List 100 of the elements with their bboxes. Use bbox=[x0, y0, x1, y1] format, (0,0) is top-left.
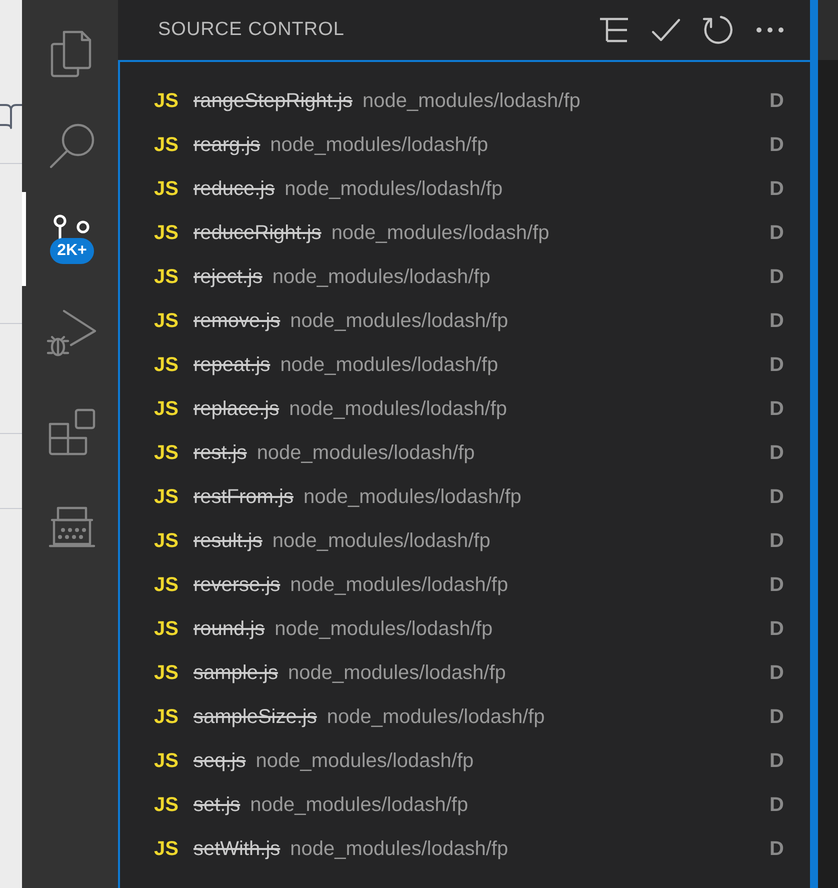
file-name: reduce.js bbox=[193, 177, 275, 202]
status-letter: D bbox=[770, 89, 784, 114]
file-path: node_modules/lodash/fp bbox=[290, 573, 508, 598]
file-name: restFrom.js bbox=[193, 485, 294, 510]
changed-file-row[interactable]: JS seq.js node_modules/lodash/fp D bbox=[120, 739, 810, 783]
typewriter-icon bbox=[48, 506, 96, 550]
file-type-label: JS bbox=[154, 529, 178, 554]
file-name: setWith.js bbox=[193, 837, 280, 862]
file-path: node_modules/lodash/fp bbox=[284, 177, 503, 202]
file-type-label: JS bbox=[154, 265, 178, 290]
changed-file-row[interactable]: JS setWith.js node_modules/lodash/fp D bbox=[120, 827, 810, 871]
tree-view-icon[interactable] bbox=[598, 15, 630, 45]
file-name: round.js bbox=[193, 617, 265, 642]
changed-file-row[interactable]: JS reverse.js node_modules/lodash/fp D bbox=[120, 563, 810, 607]
status-letter: D bbox=[770, 837, 784, 862]
file-name: result.js bbox=[193, 529, 262, 554]
file-type-label: JS bbox=[154, 177, 178, 202]
changed-file-row[interactable]: JS result.js node_modules/lodash/fp D bbox=[120, 519, 810, 563]
changed-file-row[interactable]: JS reduce.js node_modules/lodash/fp D bbox=[120, 167, 810, 211]
file-path: node_modules/lodash/fp bbox=[272, 265, 490, 290]
file-type-label: JS bbox=[154, 89, 178, 114]
file-type-label: JS bbox=[154, 221, 178, 246]
search-icon bbox=[48, 122, 96, 170]
file-type-label: JS bbox=[154, 441, 178, 466]
changed-file-row[interactable]: JS sampleSize.js node_modules/lodash/fp D bbox=[120, 695, 810, 739]
file-type-label: JS bbox=[154, 661, 178, 686]
status-letter: D bbox=[770, 221, 784, 246]
file-type-label: JS bbox=[154, 705, 178, 730]
file-type-label: JS bbox=[154, 485, 178, 510]
file-path: node_modules/lodash/fp bbox=[290, 837, 508, 862]
status-letter: D bbox=[770, 793, 784, 818]
changed-file-row[interactable]: JS reject.js node_modules/lodash/fp D bbox=[120, 255, 810, 299]
extensions-icon bbox=[48, 408, 96, 456]
changed-file-row[interactable]: JS rangeStepRight.js node_modules/lodash/fp D bbox=[120, 79, 810, 123]
more-icon[interactable] bbox=[754, 26, 786, 34]
status-letter: D bbox=[770, 265, 784, 290]
changed-file-row[interactable]: JS round.js node_modules/lodash/fp D bbox=[120, 607, 810, 651]
changed-file-row[interactable]: JS restFrom.js node_modules/lodash/fp D bbox=[120, 475, 810, 519]
file-type-label: JS bbox=[154, 617, 178, 642]
file-type-label: JS bbox=[154, 353, 178, 378]
file-type-label: JS bbox=[154, 397, 178, 422]
changed-file-row[interactable]: JS remove.js node_modules/lodash/fp D bbox=[120, 299, 810, 343]
file-name: seq.js bbox=[193, 749, 246, 774]
changed-file-row[interactable]: JS set.js node_modules/lodash/fp D bbox=[120, 783, 810, 827]
file-type-label: JS bbox=[154, 133, 178, 158]
editor-tab-bar bbox=[818, 0, 838, 60]
status-letter: D bbox=[770, 485, 784, 510]
file-name: reject.js bbox=[193, 265, 262, 290]
file-path: node_modules/lodash/fp bbox=[272, 529, 490, 554]
file-path: node_modules/lodash/fp bbox=[274, 617, 493, 642]
file-path: node_modules/lodash/fp bbox=[256, 749, 474, 774]
file-name: repeat.js bbox=[193, 353, 270, 378]
file-path: node_modules/lodash/fp bbox=[362, 89, 580, 114]
status-letter: D bbox=[770, 573, 784, 598]
file-type-label: JS bbox=[154, 793, 178, 818]
file-name: rearg.js bbox=[193, 133, 260, 158]
file-name: sampleSize.js bbox=[193, 705, 317, 730]
file-name: rest.js bbox=[193, 441, 247, 466]
file-type-label: JS bbox=[154, 837, 178, 862]
changed-file-row[interactable]: JS repeat.js node_modules/lodash/fp D bbox=[120, 343, 810, 387]
status-letter: D bbox=[770, 705, 784, 730]
file-name: sample.js bbox=[193, 661, 278, 686]
changed-file-row[interactable]: JS replace.js node_modules/lodash/fp D bbox=[120, 387, 810, 431]
file-path: node_modules/lodash/fp bbox=[270, 133, 488, 158]
file-name: replace.js bbox=[193, 397, 280, 422]
status-letter: D bbox=[770, 661, 784, 686]
file-type-label: JS bbox=[154, 573, 178, 598]
status-letter: D bbox=[770, 353, 784, 378]
file-path: node_modules/lodash/fp bbox=[280, 353, 498, 378]
file-path: node_modules/lodash/fp bbox=[250, 793, 468, 818]
changed-file-row[interactable]: JS sample.js node_modules/lodash/fp D bbox=[120, 651, 810, 695]
file-type-label: JS bbox=[154, 309, 178, 334]
status-letter: D bbox=[770, 749, 784, 774]
file-path: node_modules/lodash/fp bbox=[289, 397, 508, 422]
changed-file-row[interactable]: JS reduceRight.js node_modules/lodash/fp D bbox=[120, 211, 810, 255]
status-letter: D bbox=[770, 133, 784, 158]
file-name: set.js bbox=[193, 793, 240, 818]
file-path: node_modules/lodash/fp bbox=[303, 485, 522, 510]
changed-file-row[interactable]: JS rearg.js node_modules/lodash/fp D bbox=[120, 123, 810, 167]
changed-file-row[interactable]: JS rest.js node_modules/lodash/fp D bbox=[120, 431, 810, 475]
status-letter: D bbox=[770, 177, 784, 202]
file-name: reduceRight.js bbox=[193, 221, 322, 246]
file-path: node_modules/lodash/fp bbox=[326, 705, 545, 730]
file-path: node_modules/lodash/fp bbox=[290, 309, 508, 334]
panel-title: SOURCE CONTROL bbox=[158, 18, 344, 42]
files-icon bbox=[50, 30, 94, 78]
file-name: remove.js bbox=[193, 309, 280, 334]
file-name: reverse.js bbox=[193, 573, 280, 598]
status-letter: D bbox=[770, 441, 784, 466]
file-path: node_modules/lodash/fp bbox=[331, 221, 550, 246]
status-letter: D bbox=[770, 529, 784, 554]
status-letter: D bbox=[770, 309, 784, 334]
refresh-icon[interactable] bbox=[702, 14, 734, 46]
file-path: node_modules/lodash/fp bbox=[288, 661, 506, 686]
status-letter: D bbox=[770, 397, 784, 422]
file-path: node_modules/lodash/fp bbox=[256, 441, 475, 466]
status-letter: D bbox=[770, 617, 784, 642]
file-type-label: JS bbox=[154, 749, 178, 774]
change-count-badge: 2K+ bbox=[50, 238, 94, 264]
file-name: rangeStepRight.js bbox=[193, 89, 352, 114]
